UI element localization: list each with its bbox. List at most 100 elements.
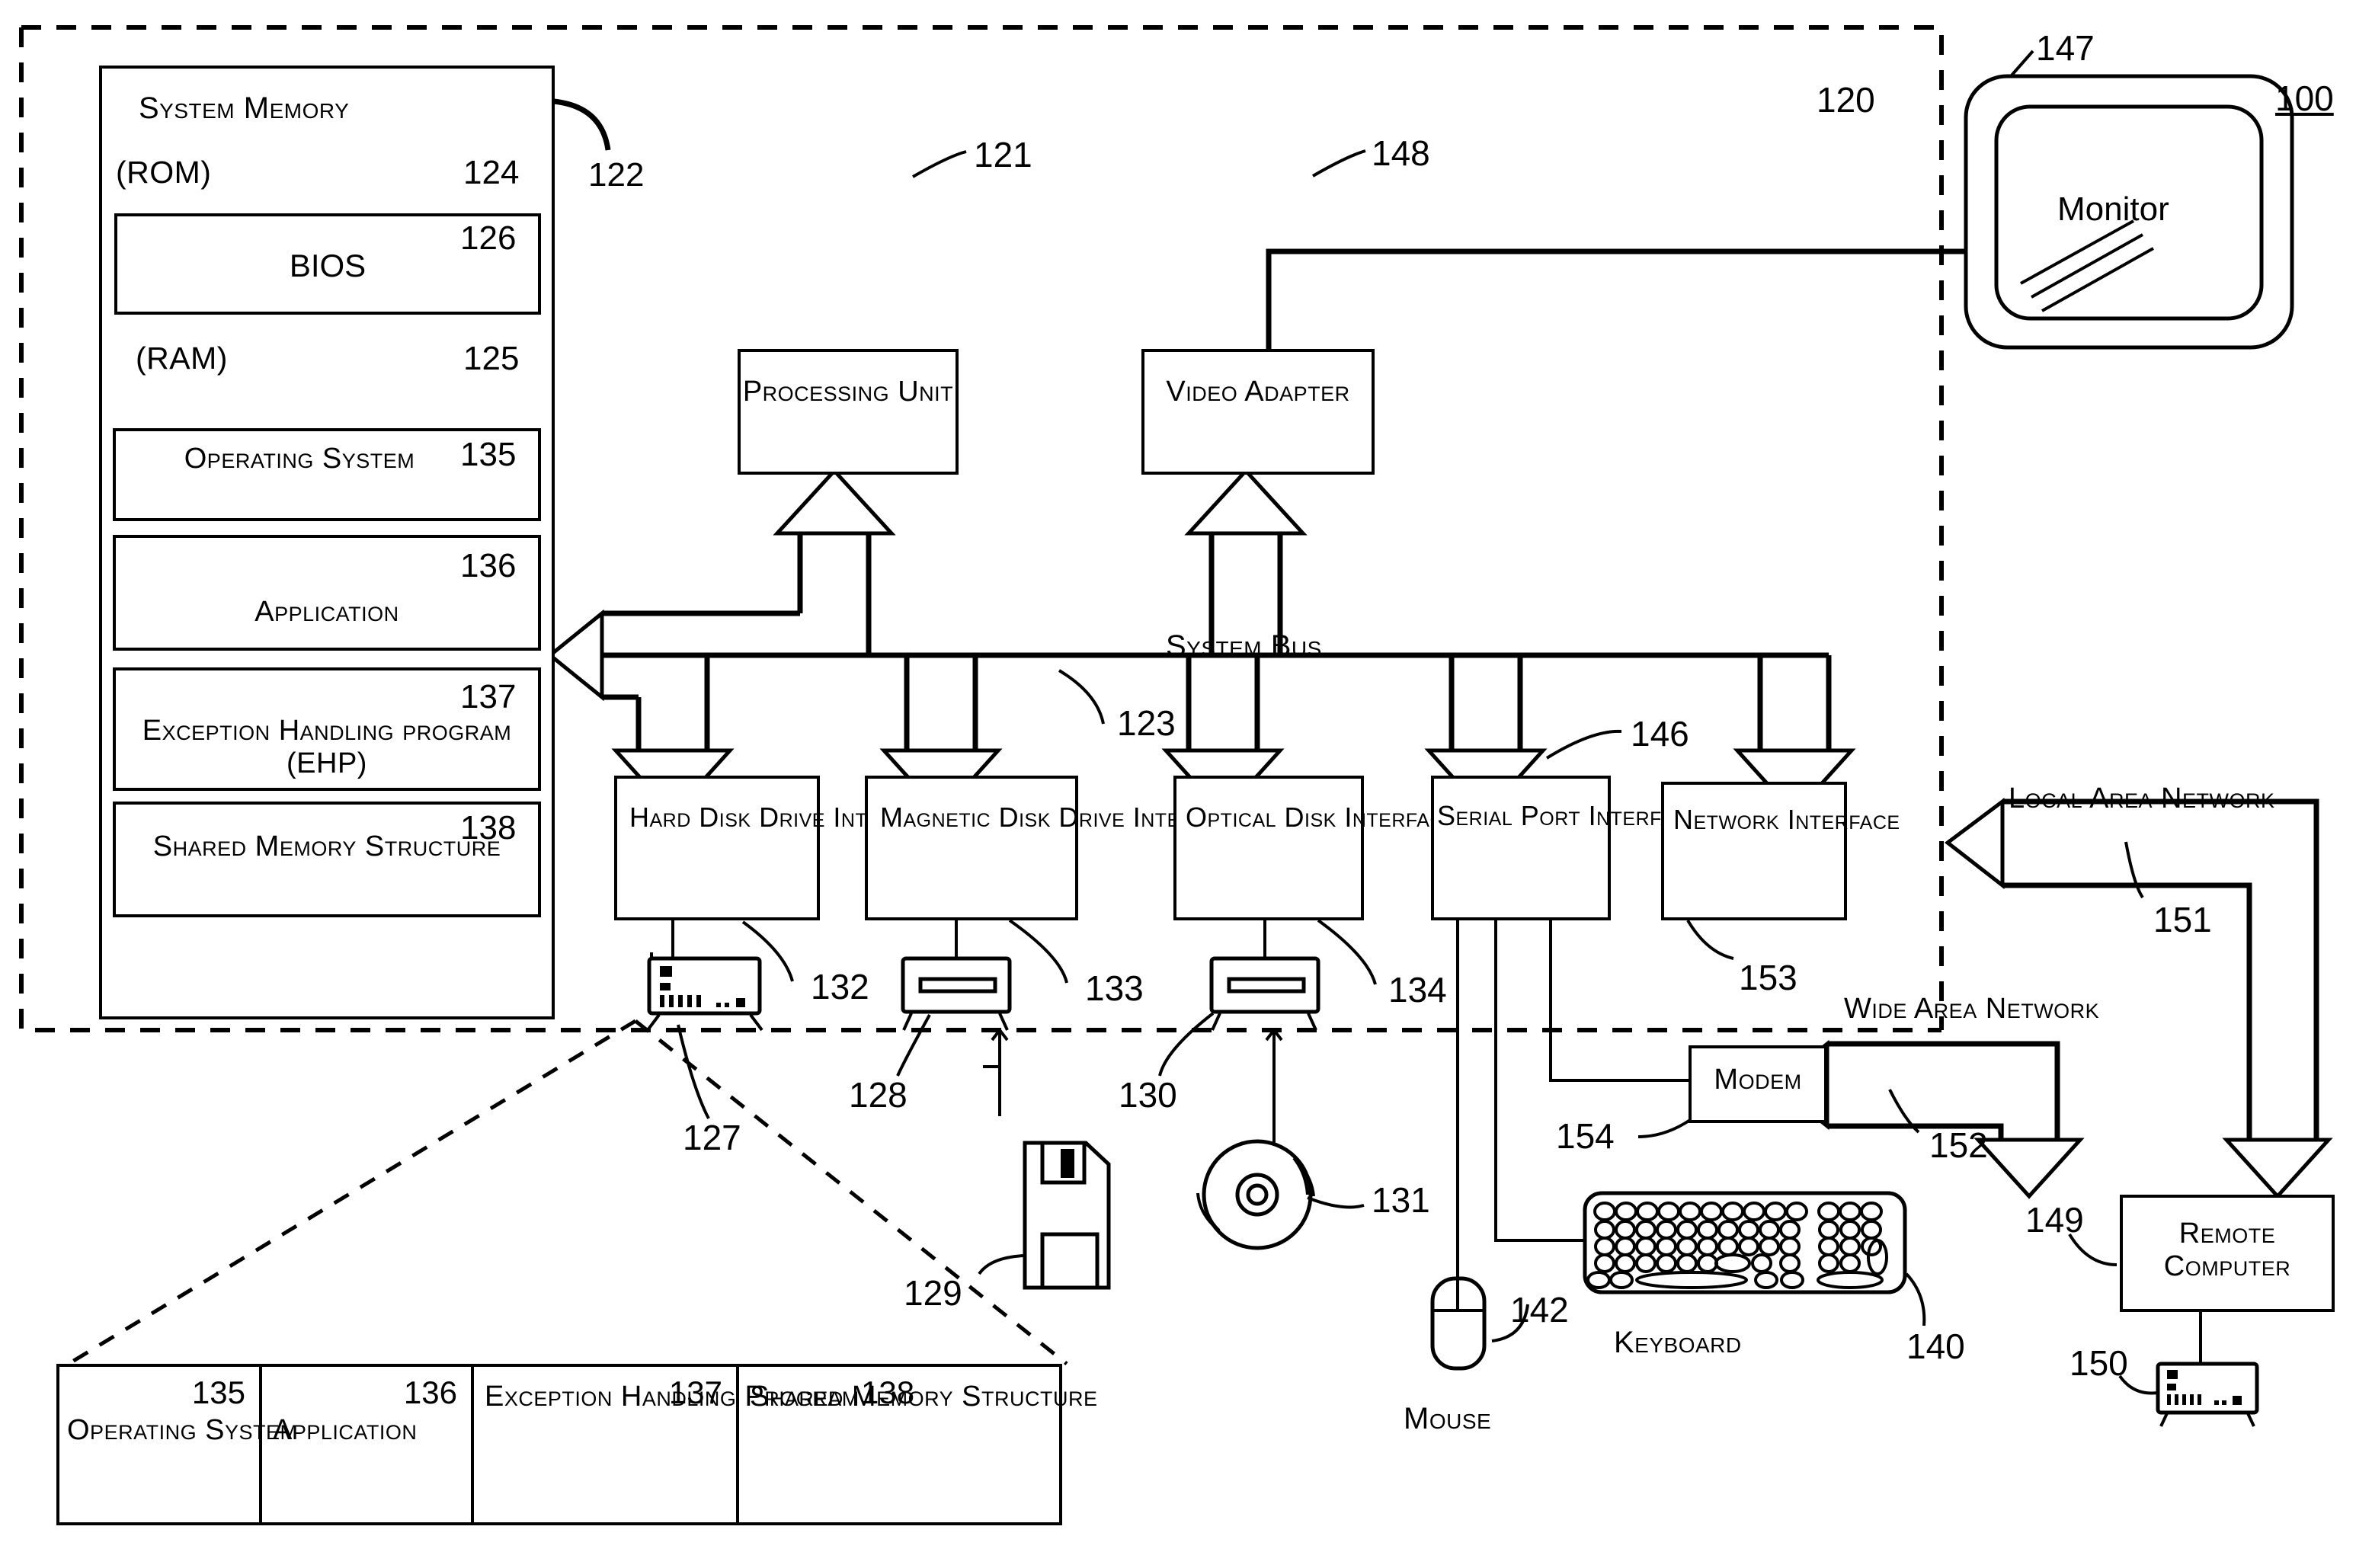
callout-leader-151 xyxy=(2124,841,2144,899)
mouse-label: Mouse xyxy=(1404,1402,1492,1435)
detail-strip-cell: 138 Shared Memory Structure xyxy=(736,1364,1098,1525)
callout-leader-154 xyxy=(1637,1118,1692,1138)
detail-cell-callout: 135 xyxy=(191,1374,245,1410)
callout-142: 142 xyxy=(1510,1290,1569,1330)
hard-disk-drive-interface-box xyxy=(614,776,820,920)
callout-130: 130 xyxy=(1119,1075,1177,1115)
callout-leader-123 xyxy=(1058,669,1105,725)
operating-system-label: Operating System xyxy=(184,443,415,475)
rom-label: (ROM) xyxy=(116,155,212,190)
callout-leader-148 xyxy=(1311,149,1366,178)
callout-135: 135 xyxy=(460,436,517,473)
callout-147: 147 xyxy=(2036,28,2095,68)
callout-151: 151 xyxy=(2153,900,2212,939)
callout-leader-130 xyxy=(1158,1012,1215,1077)
serial-port-interface-label: Serial Port Interface xyxy=(1437,800,1701,831)
video-adapter-box xyxy=(1141,349,1375,475)
remote-computer-label: Remote Computer xyxy=(2163,1218,2291,1282)
monitor-label: Monitor xyxy=(2057,190,2169,228)
optical-disk-interface-box xyxy=(1173,776,1364,920)
callout-154: 154 xyxy=(1556,1116,1615,1156)
application-label: Application xyxy=(254,596,399,628)
detail-cell-label: Shared Memory Structure xyxy=(750,1381,1098,1413)
modem-label: Modem xyxy=(1714,1064,1802,1096)
detail-strip-cell: 136 Application xyxy=(259,1364,471,1525)
callout-127: 127 xyxy=(683,1118,741,1157)
wide-area-network-label: Wide Area Network xyxy=(1844,993,2100,1025)
keyboard-label: Keyboard xyxy=(1614,1326,1742,1359)
callout-140: 140 xyxy=(1906,1326,1965,1366)
callout-leader-140 xyxy=(1905,1272,1926,1326)
callout-122: 122 xyxy=(588,156,645,194)
callout-146: 146 xyxy=(1631,714,1689,754)
callout-leader-146 xyxy=(1545,729,1622,760)
callout-132: 132 xyxy=(811,967,869,1006)
callout-125: 125 xyxy=(463,340,520,377)
detail-cell-label: Exception Handling Program xyxy=(485,1381,859,1413)
video-monitor-cable xyxy=(1266,248,1966,350)
network-interface-label: Network Interface xyxy=(1673,804,1900,835)
optical-disc-icon xyxy=(1196,1027,1365,1250)
serial-to-modem-cable xyxy=(1549,920,1690,1082)
optical-disk-drive-icon xyxy=(1209,920,1320,1031)
callout-153: 153 xyxy=(1739,958,1797,997)
hard-disk-drive-interface-label: Hard Disk Drive Interface xyxy=(629,802,946,833)
callout-leader-134 xyxy=(1317,919,1377,985)
bus-arrow-video-adapter xyxy=(1184,468,1308,536)
callout-leader-121 xyxy=(912,150,967,178)
exception-handling-program-label: Exception Handling program (EHP) xyxy=(142,715,512,779)
magnetic-disk-drive-interface-label: Magnetic Disk Drive Interface xyxy=(880,802,1246,833)
callout-133: 133 xyxy=(1085,968,1144,1008)
mouse-icon xyxy=(1430,1276,1487,1371)
callout-leader-128 xyxy=(896,1014,931,1077)
detail-strip-cell: 137 Exception Handling Program xyxy=(471,1364,859,1525)
detail-cell-label: Application xyxy=(273,1414,418,1446)
detail-cell-label: Operating System xyxy=(67,1414,298,1446)
remote-computer-device-icon xyxy=(2156,1312,2259,1427)
processing-unit-label: Processing Unit xyxy=(742,376,954,408)
processing-unit-box xyxy=(738,349,959,475)
callout-leader-122 xyxy=(553,98,611,151)
callout-leader-147 xyxy=(2009,50,2034,78)
system-memory-title: System Memory xyxy=(139,91,350,125)
floppy-disk-icon xyxy=(978,1027,1111,1290)
ram-label: (RAM) xyxy=(136,341,228,376)
magnetic-disk-drive-interface-box xyxy=(865,776,1078,920)
figure-id-100: 100 xyxy=(2275,78,2334,118)
callout-123: 123 xyxy=(1117,703,1176,743)
callout-134: 134 xyxy=(1388,970,1447,1010)
callout-leader-133 xyxy=(1008,919,1068,984)
callout-126: 126 xyxy=(460,219,517,257)
callout-128: 128 xyxy=(849,1075,908,1115)
system-bus-arrow-to-memory xyxy=(547,609,604,702)
detail-expansion-cone-left xyxy=(67,1019,637,1366)
callout-131: 131 xyxy=(1372,1180,1430,1220)
lan-arrow-to-remote-computer xyxy=(2222,1138,2333,1199)
callout-150: 150 xyxy=(2070,1343,2128,1383)
callout-120: 120 xyxy=(1817,80,1875,120)
callout-136: 136 xyxy=(460,547,517,584)
system-bus-label: System Bus xyxy=(1166,629,1322,663)
bus-arrow-processing-unit xyxy=(773,468,896,536)
video-adapter-label: Video Adapter xyxy=(1166,376,1350,408)
serial-port-interface-box xyxy=(1431,776,1611,920)
callout-137: 137 xyxy=(460,678,517,715)
keyboard-icon xyxy=(1583,1191,1907,1294)
lan-arrow-into-network-interface xyxy=(1944,798,2005,890)
detail-strip-cell: 135 Operating System xyxy=(56,1364,298,1525)
callout-leader-153 xyxy=(1686,919,1734,960)
callout-152: 152 xyxy=(1929,1125,1988,1165)
hard-disk-drive-icon xyxy=(646,920,763,1032)
detail-expansion-cone-right xyxy=(634,1019,1068,1365)
callout-124: 124 xyxy=(463,154,520,191)
callout-149: 149 xyxy=(2025,1200,2084,1240)
callout-138: 138 xyxy=(460,809,517,846)
callout-129: 129 xyxy=(904,1273,962,1313)
callout-121: 121 xyxy=(974,135,1032,174)
local-area-network-label: Local Area Network xyxy=(2009,782,2275,814)
callout-leader-127 xyxy=(677,1024,710,1119)
callout-148: 148 xyxy=(1372,133,1430,173)
detail-cell-callout: 136 xyxy=(403,1374,457,1410)
magnetic-disk-drive-icon xyxy=(901,920,1012,1031)
wan-arrow-to-remote-computer xyxy=(1973,1138,2085,1199)
